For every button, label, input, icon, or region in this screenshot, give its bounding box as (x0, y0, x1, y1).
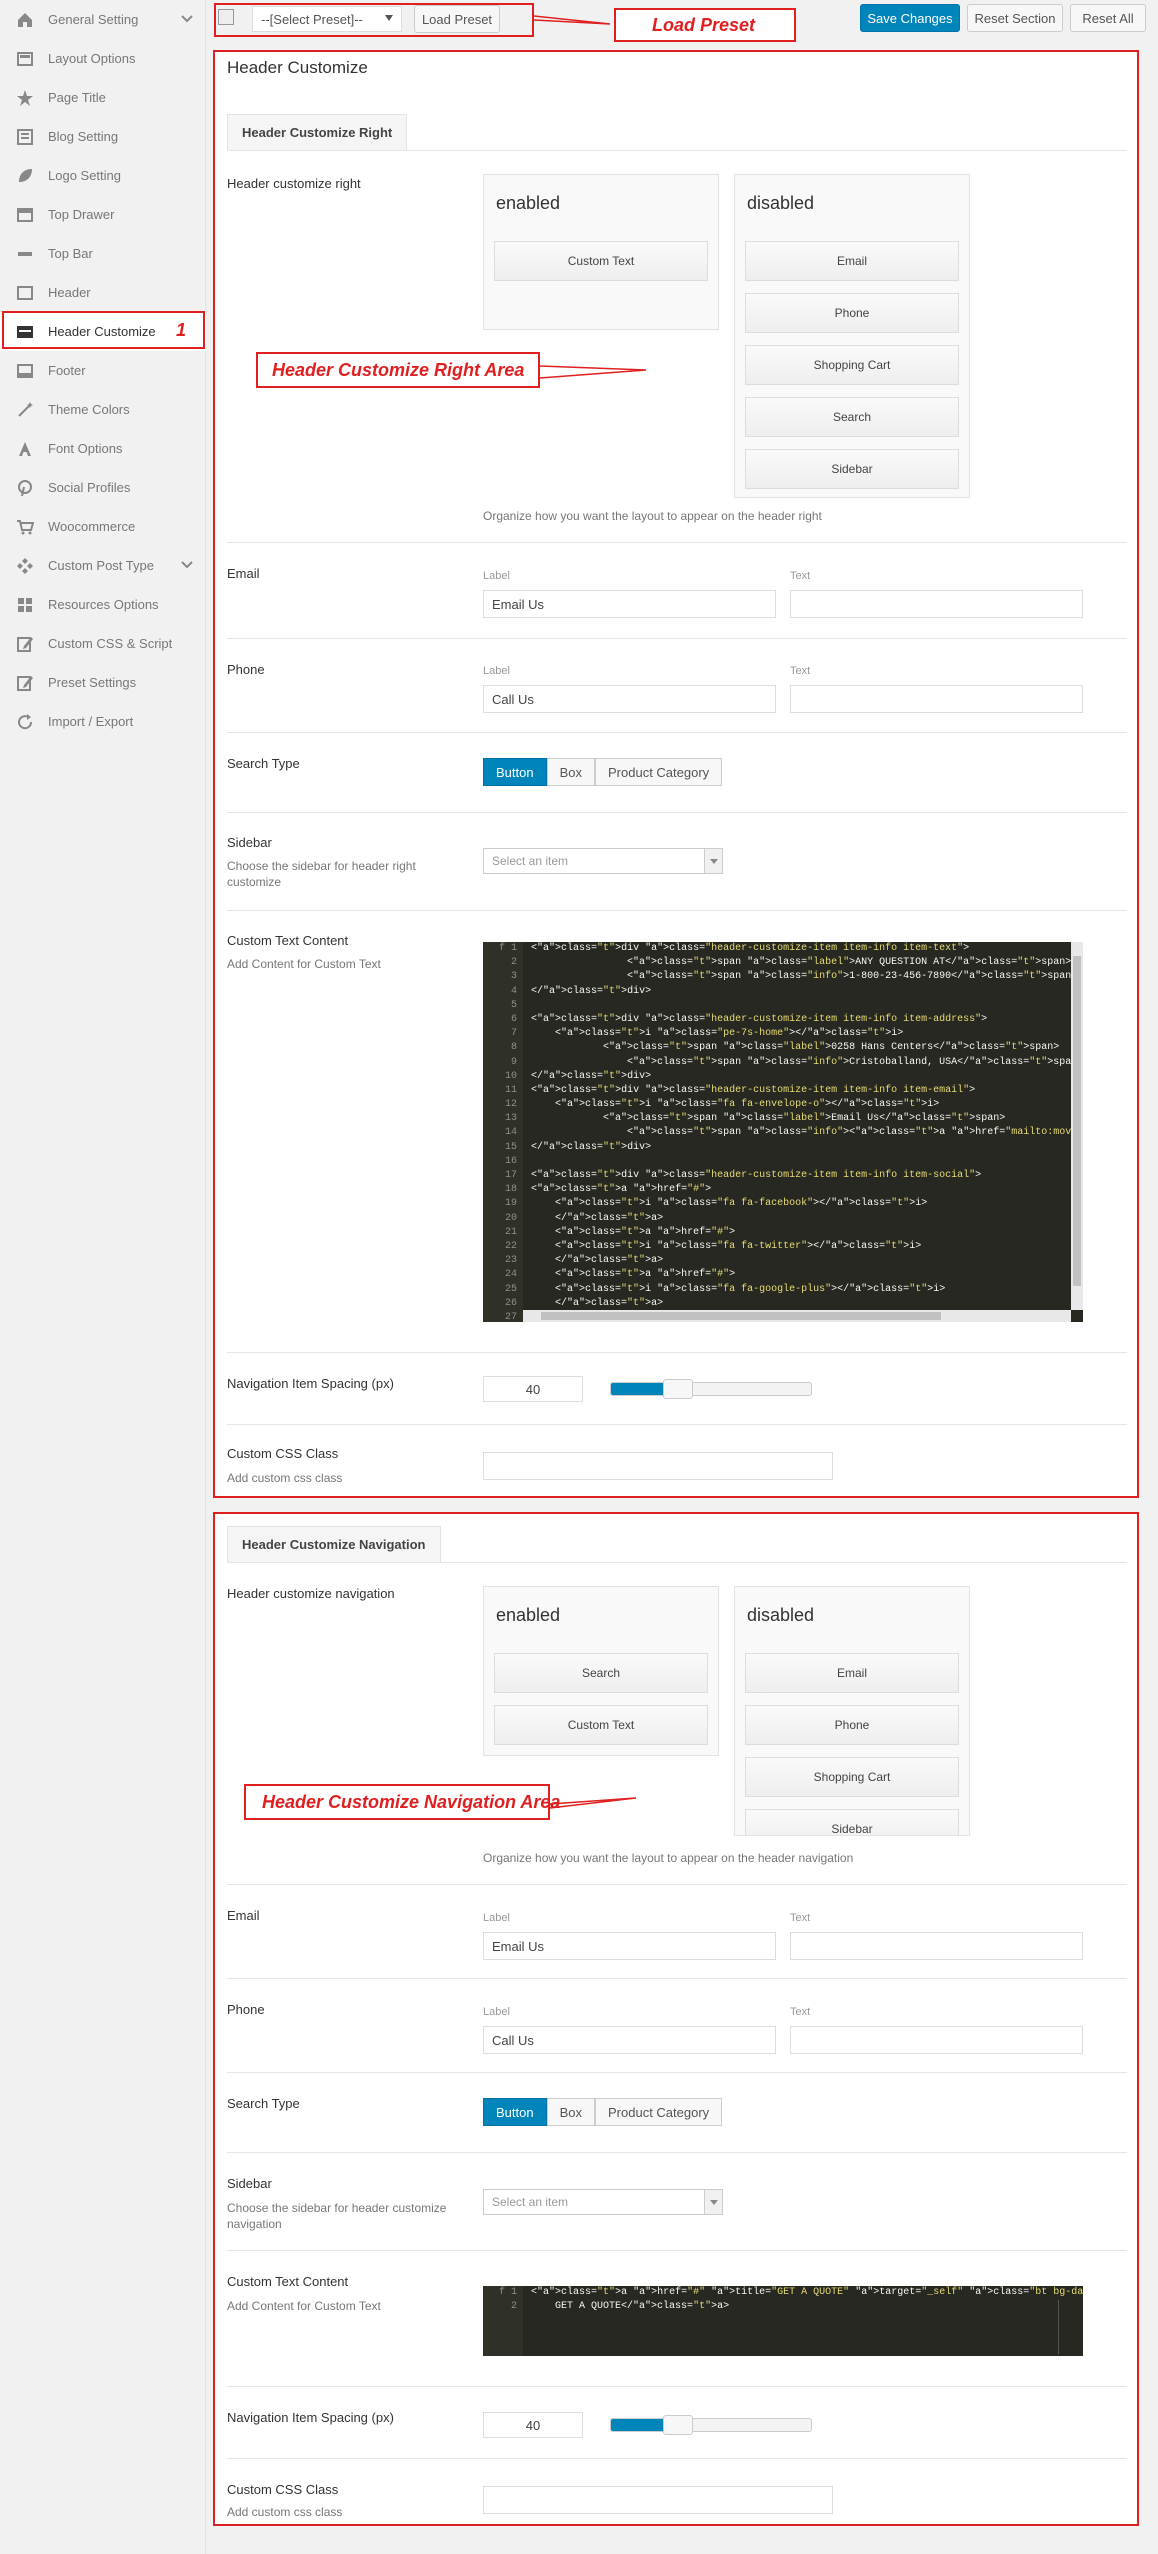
sidebar-item-logo-setting[interactable]: Logo Setting (0, 156, 206, 195)
blog-icon (14, 127, 36, 147)
options-sidebar: General Setting Layout Options Page Title B… (0, 0, 206, 2554)
sidebar-item-import-export[interactable]: Import / Export (0, 702, 206, 741)
sidebar-item-custom-post-type[interactable]: Custom Post Type (0, 546, 206, 585)
cart-icon (14, 517, 36, 537)
sidebar-item-header[interactable]: Header (0, 273, 206, 312)
refresh-icon (14, 712, 36, 732)
reset-section-button[interactable]: Reset Section (967, 4, 1063, 32)
sidebar-item-label: Blog Setting (48, 129, 119, 144)
sidebar-item-top-bar[interactable]: Top Bar (0, 234, 206, 273)
drawer-icon (14, 205, 36, 225)
sidebar-item-page-title[interactable]: Page Title (0, 78, 206, 117)
sidebar-item-top-drawer[interactable]: Top Drawer (0, 195, 206, 234)
sidebar-item-font-options[interactable]: Font Options (0, 429, 206, 468)
sidebar-item-label: Font Options (48, 441, 123, 456)
pinterest-icon (14, 478, 36, 498)
sidebar-item-label: Import / Export (48, 714, 134, 729)
layout-icon (14, 49, 36, 69)
sidebar-item-label: Woocommerce (48, 519, 136, 534)
leaf-icon (14, 166, 36, 186)
font-icon (14, 439, 36, 459)
sidebar-item-layout-options[interactable]: Layout Options (0, 39, 206, 78)
sidebar-item-label: Resources Options (48, 597, 159, 612)
chevron-down-icon (181, 15, 193, 23)
sidebar-item-label: General Setting (48, 12, 139, 27)
sidebar-item-resources-options[interactable]: Resources Options (0, 585, 206, 624)
sidebar-item-label: Social Profiles (48, 480, 131, 495)
sidebar-item-label: Footer (48, 363, 86, 378)
sidebar-item-theme-colors[interactable]: Theme Colors (0, 390, 206, 429)
sidebar-item-label: Top Bar (48, 246, 93, 261)
footer-icon (14, 361, 36, 381)
sidebar-item-social-profiles[interactable]: Social Profiles (0, 468, 206, 507)
sidebar-item-preset-settings[interactable]: Preset Settings (0, 663, 206, 702)
sidebar-item-footer[interactable]: Footer (0, 351, 206, 390)
annotation-arrow (540, 365, 647, 379)
sidebar-item-label: Layout Options (48, 51, 136, 66)
reset-all-button[interactable]: Reset All (1070, 4, 1146, 32)
annotation-load-preset: Load Preset (652, 15, 756, 35)
sidebar-item-label: Header (48, 285, 91, 300)
annotation-box-right (213, 50, 1139, 1498)
puzzle-icon (14, 556, 36, 576)
annotation-right-area: Header Customize Right Area (272, 360, 525, 380)
star-icon (14, 88, 36, 108)
grid-icon (14, 595, 36, 615)
sidebar-item-label: Preset Settings (48, 675, 137, 690)
chevron-down-icon (181, 561, 193, 569)
wand-icon (14, 400, 36, 420)
sidebar-item-label: Theme Colors (48, 402, 130, 417)
edit-icon (14, 673, 36, 693)
sidebar-item-custom-css-script[interactable]: Custom CSS & Script (0, 624, 206, 663)
sidebar-item-general-setting[interactable]: General Setting (0, 0, 206, 39)
annotation-number: 1 (176, 320, 187, 340)
annotation-arrow (550, 1797, 637, 1809)
sidebar-item-woocommerce[interactable]: Woocommerce (0, 507, 206, 546)
edit-icon (14, 634, 36, 654)
sidebar-item-label: Custom Post Type (48, 558, 154, 573)
minus-icon (14, 244, 36, 264)
sidebar-item-label: Top Drawer (48, 207, 115, 222)
annotation-nav-area: Header Customize Navigation Area (262, 1792, 561, 1812)
sidebar-item-label: Custom CSS & Script (48, 636, 173, 651)
sidebar-item-label: Page Title (48, 90, 106, 105)
home-icon (14, 10, 36, 30)
sidebar-item-blog-setting[interactable]: Blog Setting (0, 117, 206, 156)
save-changes-button[interactable]: Save Changes (860, 4, 960, 32)
sidebar-item-label: Logo Setting (48, 168, 122, 183)
annotation-box-nav (213, 1512, 1139, 2526)
annotation-arrow (534, 15, 611, 25)
header-icon (14, 283, 36, 303)
annotation-box-preset (214, 3, 534, 37)
annotation-box-sidebar (2, 311, 205, 349)
